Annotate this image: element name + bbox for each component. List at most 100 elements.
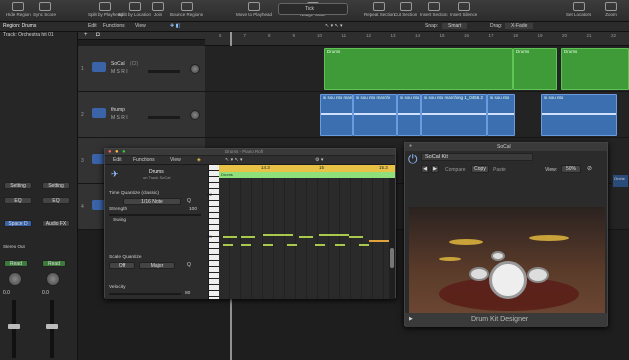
piano-snap-icon[interactable]: ⚙ ▾ [315, 157, 323, 163]
ride-cymbal-icon[interactable] [529, 235, 569, 241]
midi-note[interactable] [223, 244, 233, 246]
region[interactable]: Drums [324, 48, 513, 90]
volume-fader-1[interactable] [12, 300, 16, 358]
toolbar-button-0[interactable]: Hide Region [6, 2, 31, 20]
piano-view-menu[interactable]: View [170, 157, 181, 163]
zoom-icon[interactable]: ● [122, 149, 126, 155]
fader-cap-1[interactable] [8, 324, 20, 329]
quantize-button[interactable]: Q [187, 198, 191, 204]
midi-note[interactable] [349, 236, 363, 238]
snap-select[interactable]: Smart [442, 23, 468, 29]
track-lane-2[interactable]: si sou nto marchi si sou nto marchi si sou… [205, 92, 629, 138]
track-options-icon[interactable]: ◘ [96, 32, 100, 38]
track-header-2[interactable]: 2 thump M S R I [78, 92, 205, 138]
toolbar-button-3[interactable]: Split by Location [118, 2, 151, 20]
mute-solo-buttons[interactable]: M S R I [111, 69, 128, 75]
piano-functions-menu[interactable]: Functions [133, 157, 155, 163]
region[interactable]: si sou nto [541, 94, 617, 136]
piano-ruler[interactable]: 14.3 15 15.3 [219, 165, 395, 172]
region[interactable]: Drums [561, 48, 629, 90]
piano-keyboard[interactable] [209, 165, 219, 299]
copy-button[interactable]: Copy [471, 165, 489, 173]
next-preset-icon[interactable]: ▶ [431, 165, 439, 173]
nudge-value-display[interactable]: Tick [278, 3, 348, 15]
piano-tool-icon[interactable]: ↖ ▾ ↖ ▾ [225, 157, 243, 163]
track-pan-knob[interactable] [190, 110, 200, 120]
read-button-1[interactable]: Read [4, 260, 28, 267]
track-name[interactable]: SoCal [111, 61, 125, 67]
eq-button-2[interactable]: EQ [42, 197, 70, 204]
midi-note[interactable] [359, 244, 369, 246]
toolbar-button-5[interactable]: Bounce Regions [170, 2, 203, 20]
toolbar-button-10[interactable]: Insert Section [420, 2, 448, 20]
minimize-icon[interactable]: ● [115, 149, 119, 155]
region[interactable]: si sou nto marchi [320, 94, 353, 136]
prev-preset-icon[interactable]: ◀ [421, 165, 429, 173]
piano-edit-menu[interactable]: Edit [113, 157, 122, 163]
crash-cymbal-icon[interactable] [449, 239, 483, 245]
plugin-close-icon[interactable]: ● [409, 143, 412, 149]
bar-ruler[interactable]: 5 7 8 9 10 11 12 13 14 15 16 17 18 19 20 21 22 [205, 32, 629, 46]
track-lane-1[interactable]: Drums Drums Drums [205, 46, 629, 92]
audio-fx-slot[interactable]: Audio FX [42, 220, 70, 227]
rack-tom-icon[interactable] [491, 251, 505, 261]
region[interactable]: si sou nto marching 1_0456.2 [421, 94, 487, 136]
edit-menu[interactable]: Edit [88, 23, 97, 29]
volume-fader-2[interactable] [50, 300, 54, 358]
midi-note[interactable] [369, 240, 389, 242]
midi-note[interactable] [241, 236, 255, 238]
piano-scrollbar[interactable] [389, 178, 395, 299]
midi-note[interactable] [223, 236, 237, 238]
toolbar-button-11[interactable]: Insert Silence [450, 2, 477, 20]
track-pan-knob[interactable] [190, 64, 200, 74]
track-volume-slider[interactable] [148, 70, 180, 73]
compare-button[interactable]: Compare [445, 167, 466, 173]
side-track-label[interactable]: Orche [612, 174, 629, 188]
pan-knob-1[interactable] [8, 272, 22, 286]
pointer-tool-icon[interactable]: ✚ ◧ [170, 23, 180, 29]
midi-in-icon[interactable]: ◈ [197, 157, 201, 163]
kick-drum-icon[interactable] [489, 261, 527, 299]
read-button-2[interactable]: Read [42, 260, 66, 267]
toolbar-button-13[interactable]: Zoom [605, 2, 617, 20]
expand-icon[interactable]: ▶ [409, 316, 413, 322]
midi-note[interactable] [335, 244, 345, 246]
paste-button[interactable]: Paste [493, 167, 506, 173]
midi-note[interactable] [287, 244, 297, 246]
link-icon[interactable]: ⊘ [587, 165, 592, 172]
midi-note[interactable] [241, 244, 251, 246]
midi-note[interactable] [299, 236, 313, 238]
region[interactable]: si sou nto marchi [353, 94, 397, 136]
functions-menu[interactable]: Functions [103, 23, 125, 29]
close-icon[interactable]: ● [108, 149, 112, 155]
midi-note[interactable] [263, 244, 273, 246]
toolbar-button-8[interactable]: Repeat Section [364, 2, 395, 20]
pan-knob-2[interactable] [46, 272, 60, 286]
note-grid[interactable] [219, 178, 389, 299]
drag-select[interactable]: X-Fade [505, 23, 534, 29]
pointer-tools-icon[interactable]: ↖ ▾ ↖ ▾ [325, 23, 343, 29]
hihat-icon[interactable] [439, 257, 461, 261]
region[interactable]: si sou nto [397, 94, 421, 136]
preset-select[interactable]: SoCal Kit [421, 153, 533, 161]
toolbar-button-12[interactable]: Set Locators [566, 2, 591, 20]
space-d-slot[interactable]: Space D [4, 220, 32, 227]
track-volume-slider[interactable] [148, 116, 180, 119]
floor-tom-icon[interactable] [527, 267, 549, 283]
toolbar-button-9[interactable]: Cut Section [394, 2, 417, 20]
scale-major-select[interactable]: Major [139, 262, 175, 269]
velocity-slider[interactable] [109, 293, 181, 295]
mute-solo-buttons[interactable]: M S R I [111, 115, 128, 121]
midi-note[interactable] [263, 234, 293, 236]
region[interactable]: si sou nto [487, 94, 515, 136]
view-menu[interactable]: View [135, 23, 146, 29]
track-header-1[interactable]: 1 SoCal (Cl) M S R I [78, 46, 205, 92]
add-track-icon[interactable]: + [84, 32, 88, 38]
fader-cap-2[interactable] [46, 324, 58, 329]
eq-button[interactable]: EQ [4, 197, 32, 204]
snare-drum-icon[interactable] [469, 267, 489, 281]
toolbar-button-4[interactable]: Join [152, 2, 164, 20]
midi-note[interactable] [319, 234, 349, 236]
setting-button-2[interactable]: Setting [42, 182, 70, 189]
power-icon[interactable]: ⏻ [408, 152, 418, 167]
